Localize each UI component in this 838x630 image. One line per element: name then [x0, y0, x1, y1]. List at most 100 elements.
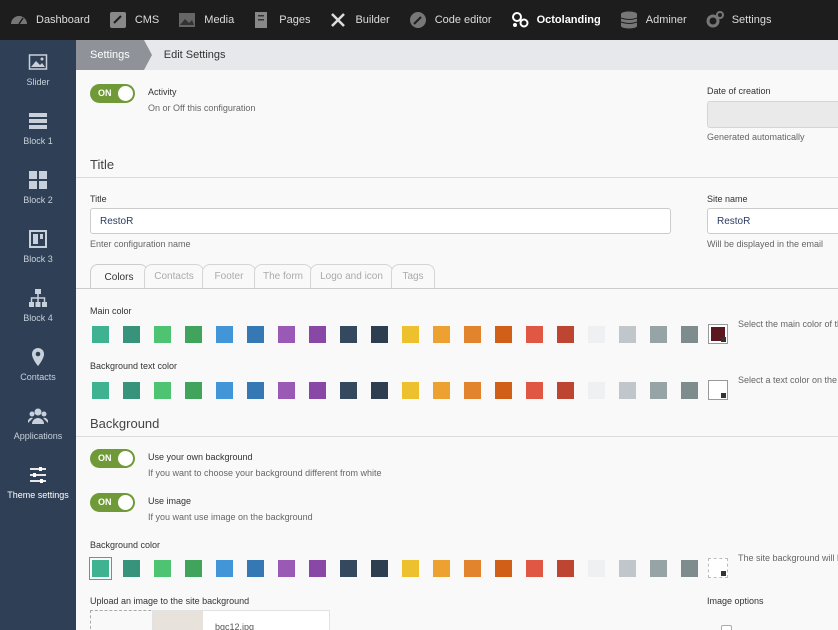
color-swatch[interactable]	[464, 382, 481, 399]
color-swatch[interactable]	[123, 326, 140, 343]
color-swatch[interactable]	[340, 382, 357, 399]
main-color-picker[interactable]	[708, 324, 728, 344]
tab-colors[interactable]: Colors	[90, 264, 148, 289]
color-swatch[interactable]	[309, 560, 326, 577]
own-background-toggle[interactable]: ON	[90, 449, 135, 468]
color-swatch[interactable]	[433, 326, 450, 343]
color-swatch[interactable]	[371, 382, 388, 399]
sidebar-item-slider[interactable]: Slider	[0, 40, 76, 99]
tab-logo-and-icon[interactable]: Logo and icon	[310, 264, 393, 288]
color-swatch[interactable]	[588, 382, 605, 399]
nav-label: Adminer	[645, 14, 687, 26]
color-swatch[interactable]	[185, 326, 202, 343]
nav-adminer[interactable]: Adminer	[610, 0, 696, 40]
bg-text-color-picker[interactable]	[708, 380, 728, 400]
color-swatch[interactable]	[89, 557, 112, 580]
color-swatch[interactable]	[495, 560, 512, 577]
color-swatch[interactable]	[650, 326, 667, 343]
sidebar-item-block-1[interactable]: Block 1	[0, 99, 76, 158]
nav-pages[interactable]: Pages	[243, 0, 319, 40]
breadcrumb-settings-link[interactable]: Settings	[76, 40, 152, 70]
title-input[interactable]: RestoR	[90, 208, 671, 234]
color-swatch[interactable]	[619, 560, 636, 577]
color-swatch[interactable]	[371, 326, 388, 343]
bg-color-picker[interactable]	[708, 558, 728, 578]
tab-contacts[interactable]: Contacts	[144, 264, 204, 288]
color-swatch[interactable]	[557, 382, 574, 399]
color-swatch[interactable]	[681, 326, 698, 343]
sidebar-item-contacts[interactable]: Contacts	[0, 335, 76, 394]
color-swatch[interactable]	[526, 382, 543, 399]
color-swatch[interactable]	[681, 560, 698, 577]
tab-footer[interactable]: Footer	[202, 264, 256, 288]
color-swatch[interactable]	[278, 326, 295, 343]
color-swatch[interactable]	[371, 560, 388, 577]
dashboard-icon	[9, 10, 29, 30]
nav-media[interactable]: Media	[168, 0, 243, 40]
nav-code-editor[interactable]: Code editor	[399, 0, 501, 40]
sidebar-item-applications[interactable]: Applications	[0, 394, 76, 453]
activity-label: Activity	[148, 87, 177, 97]
color-swatch[interactable]	[216, 382, 233, 399]
color-swatch[interactable]	[154, 326, 171, 343]
nav-dashboard[interactable]: Dashboard	[0, 0, 99, 40]
color-swatch[interactable]	[650, 382, 667, 399]
nav-settings[interactable]: Settings	[696, 0, 781, 40]
color-swatch[interactable]	[557, 326, 574, 343]
color-swatch[interactable]	[123, 560, 140, 577]
color-swatch[interactable]	[402, 560, 419, 577]
color-swatch[interactable]	[588, 560, 605, 577]
color-swatch[interactable]	[185, 382, 202, 399]
color-swatch[interactable]	[340, 560, 357, 577]
color-swatch[interactable]	[185, 560, 202, 577]
color-swatch[interactable]	[154, 560, 171, 577]
color-swatch[interactable]	[464, 326, 481, 343]
color-swatch[interactable]	[247, 326, 264, 343]
color-swatch[interactable]	[619, 382, 636, 399]
sidebar-item-theme-settings[interactable]: Theme settings	[0, 453, 76, 512]
nav-builder[interactable]: Builder	[319, 0, 398, 40]
color-swatch[interactable]	[557, 560, 574, 577]
toggle-on-label: ON	[98, 497, 112, 507]
color-swatch[interactable]	[278, 382, 295, 399]
color-swatch[interactable]	[464, 560, 481, 577]
toggle-knob	[118, 451, 133, 466]
sidebar-item-label: Block 4	[23, 313, 53, 323]
color-swatch[interactable]	[402, 382, 419, 399]
color-swatch[interactable]	[278, 560, 295, 577]
image-option-checkbox[interactable]	[721, 625, 732, 630]
color-swatch[interactable]	[526, 326, 543, 343]
color-swatch[interactable]	[216, 326, 233, 343]
color-swatch[interactable]	[526, 560, 543, 577]
color-swatch[interactable]	[402, 326, 419, 343]
nav-cms[interactable]: CMS	[99, 0, 168, 40]
color-swatch[interactable]	[495, 382, 512, 399]
color-swatch[interactable]	[123, 382, 140, 399]
color-swatch[interactable]	[154, 382, 171, 399]
color-swatch[interactable]	[495, 326, 512, 343]
sidebar-item-block-2[interactable]: Block 2	[0, 158, 76, 217]
sidebar-item-block-4[interactable]: Block 4	[0, 276, 76, 335]
color-swatch[interactable]	[309, 382, 326, 399]
color-swatch[interactable]	[92, 326, 109, 343]
color-swatch[interactable]	[681, 382, 698, 399]
use-image-toggle[interactable]: ON	[90, 493, 135, 512]
upload-dropzone[interactable]	[90, 610, 156, 630]
color-swatch[interactable]	[433, 382, 450, 399]
color-swatch[interactable]	[309, 326, 326, 343]
color-swatch[interactable]	[650, 560, 667, 577]
color-swatch[interactable]	[619, 326, 636, 343]
activity-toggle[interactable]: ON	[90, 84, 135, 103]
site-name-input[interactable]: RestoR	[707, 208, 838, 234]
color-swatch[interactable]	[92, 382, 109, 399]
nav-octolanding[interactable]: Octolanding	[501, 0, 610, 40]
sidebar-item-block-3[interactable]: Block 3	[0, 217, 76, 276]
tab-the-form[interactable]: The form	[254, 264, 312, 288]
color-swatch[interactable]	[433, 560, 450, 577]
color-swatch[interactable]	[247, 560, 264, 577]
tab-tags[interactable]: Tags	[391, 264, 435, 288]
color-swatch[interactable]	[588, 326, 605, 343]
color-swatch[interactable]	[247, 382, 264, 399]
color-swatch[interactable]	[216, 560, 233, 577]
color-swatch[interactable]	[340, 326, 357, 343]
